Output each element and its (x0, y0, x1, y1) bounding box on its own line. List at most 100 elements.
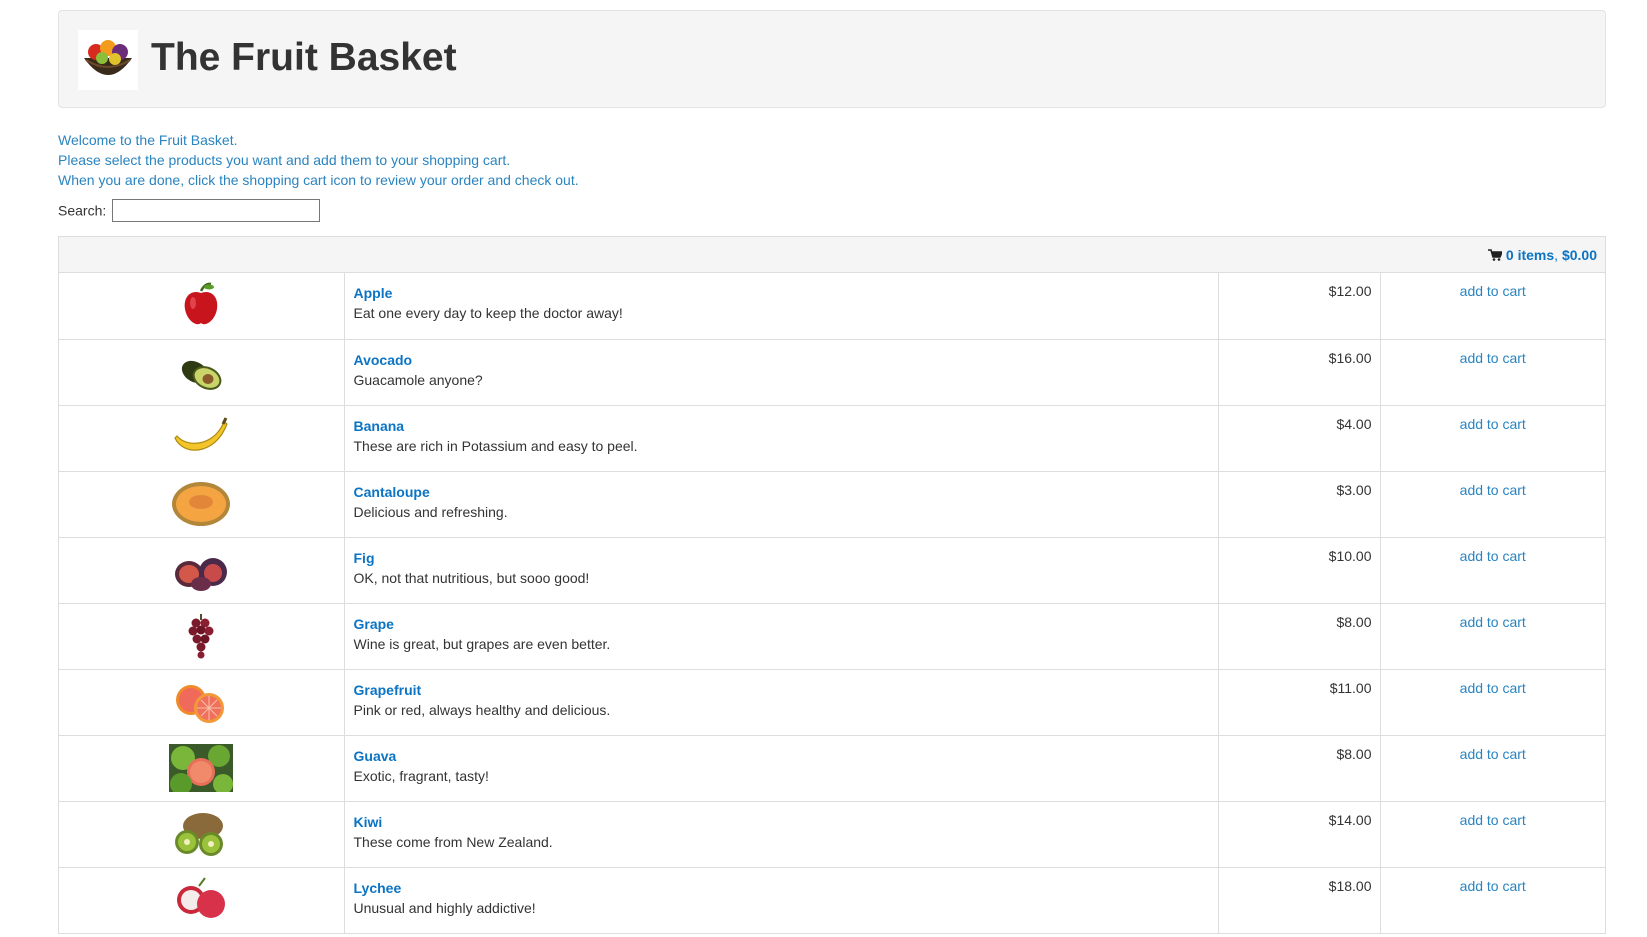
add-to-cart-button[interactable]: add to cart (1460, 812, 1526, 828)
add-to-cart-cell: add to cart (1379, 735, 1605, 802)
table-row: Guava Exotic, fragrant, tasty! $8.00 add… (59, 735, 1605, 802)
cart-link[interactable]: 0 items, $0.00 (1487, 247, 1597, 263)
product-name-link[interactable]: Lychee (354, 878, 402, 898)
product-price: $10.00 (1217, 537, 1380, 604)
lychee-icon[interactable] (169, 876, 233, 924)
product-price: $11.00 (1217, 669, 1380, 736)
page-title: The Fruit Basket (151, 36, 457, 79)
grapefruit-icon[interactable] (169, 678, 233, 726)
add-to-cart-cell: add to cart (1379, 801, 1605, 868)
product-info-cell: Guava Exotic, fragrant, tasty! (343, 735, 1218, 802)
intro-line: Please select the products you want and … (58, 152, 511, 168)
product-image-cell (59, 867, 344, 934)
cart-separator: , (1554, 247, 1559, 263)
product-price: $18.00 (1217, 867, 1380, 934)
product-name-link[interactable]: Avocado (354, 350, 413, 370)
page-header: The Fruit Basket (58, 10, 1606, 108)
product-image-cell (59, 471, 344, 538)
add-to-cart-button[interactable]: add to cart (1460, 614, 1526, 630)
product-image-cell (59, 273, 344, 340)
add-to-cart-button[interactable]: add to cart (1460, 878, 1526, 894)
product-image-cell (59, 801, 344, 868)
add-to-cart-cell: add to cart (1379, 603, 1605, 670)
add-to-cart-button[interactable]: add to cart (1460, 416, 1526, 432)
add-to-cart-button[interactable]: add to cart (1460, 548, 1526, 564)
avocado-icon[interactable] (169, 348, 233, 396)
product-info-cell: Grape Wine is great, but grapes are even… (343, 603, 1218, 670)
table-row: Apple Eat one every day to keep the doct… (59, 273, 1605, 340)
product-price: $3.00 (1217, 471, 1380, 538)
product-description: These are rich in Potassium and easy to … (353, 437, 638, 454)
product-description: Wine is great, but grapes are even bette… (353, 635, 611, 652)
product-info-cell: Fig OK, not that nutritious, but sooo go… (343, 537, 1218, 604)
product-name-link[interactable]: Banana (354, 416, 405, 436)
add-to-cart-button[interactable]: add to cart (1460, 746, 1526, 762)
add-to-cart-button[interactable]: add to cart (1460, 482, 1526, 498)
add-to-cart-cell: add to cart (1379, 273, 1605, 340)
product-info-cell: Kiwi These come from New Zealand. (343, 801, 1218, 868)
product-image-cell (59, 735, 344, 802)
product-name-link[interactable]: Cantaloupe (354, 482, 430, 502)
product-name-link[interactable]: Apple (354, 283, 393, 303)
apple-icon[interactable] (169, 281, 233, 329)
product-name-link[interactable]: Kiwi (354, 812, 383, 832)
product-description: Exotic, fragrant, tasty! (353, 767, 489, 784)
search-input[interactable] (112, 199, 321, 222)
product-info-cell: Lychee Unusual and highly addictive! (343, 867, 1218, 934)
add-to-cart-cell: add to cart (1379, 405, 1605, 472)
product-price: $8.00 (1217, 603, 1380, 670)
add-to-cart-cell: add to cart (1379, 537, 1605, 604)
cantaloupe-icon[interactable] (169, 480, 233, 528)
add-to-cart-cell: add to cart (1379, 669, 1605, 736)
intro-line: When you are done, click the shopping ca… (58, 172, 579, 188)
table-row: Cantaloupe Delicious and refreshing. $3.… (59, 471, 1605, 538)
product-image-cell (59, 669, 344, 736)
add-to-cart-cell: add to cart (1379, 471, 1605, 538)
table-row: Grapefruit Pink or red, always healthy a… (59, 669, 1605, 736)
table-row: Avocado Guacamole anyone? $16.00 add to … (59, 339, 1605, 406)
product-name-link[interactable]: Guava (354, 746, 397, 766)
table-row: Fig OK, not that nutritious, but sooo go… (59, 537, 1605, 604)
cart-summary-bar: 0 items, $0.00 (59, 237, 1605, 273)
product-image-cell (59, 405, 344, 472)
fig-icon[interactable] (169, 546, 233, 594)
intro-line: Welcome to the Fruit Basket. (58, 132, 238, 148)
table-row: Kiwi These come from New Zealand. $14.00… (59, 801, 1605, 868)
add-to-cart-button[interactable]: add to cart (1460, 680, 1526, 696)
product-info-cell: Avocado Guacamole anyone? (343, 339, 1218, 406)
search-row: Search: (58, 199, 321, 222)
product-price: $8.00 (1217, 735, 1380, 802)
product-info-cell: Grapefruit Pink or red, always healthy a… (343, 669, 1218, 736)
product-name-link[interactable]: Grape (354, 614, 394, 634)
product-info-cell: Banana These are rich in Potassium and e… (343, 405, 1218, 472)
banana-icon[interactable] (169, 414, 233, 462)
cart-item-count[interactable]: 0 items (1506, 247, 1554, 263)
product-description: Delicious and refreshing. (353, 503, 508, 520)
search-label: Search: (58, 202, 107, 219)
product-price: $14.00 (1217, 801, 1380, 868)
guava-icon[interactable] (169, 743, 233, 792)
product-info-cell: Cantaloupe Delicious and refreshing. (343, 471, 1218, 538)
intro-text: Welcome to the Fruit Basket. Please sele… (58, 130, 579, 190)
product-name-link[interactable]: Fig (354, 548, 375, 568)
fruit-basket-logo-icon (78, 30, 138, 90)
product-price: $16.00 (1217, 339, 1380, 406)
product-info-cell: Apple Eat one every day to keep the doct… (343, 273, 1218, 340)
add-to-cart-cell: add to cart (1379, 339, 1605, 406)
product-name-link[interactable]: Grapefruit (354, 680, 422, 700)
add-to-cart-button[interactable]: add to cart (1460, 350, 1526, 366)
product-grid: 0 items, $0.00 Apple Eat one every day t… (58, 236, 1606, 934)
add-to-cart-cell: add to cart (1379, 867, 1605, 934)
product-description: Guacamole anyone? (353, 371, 483, 388)
product-image-cell (59, 603, 344, 670)
table-row: Banana These are rich in Potassium and e… (59, 405, 1605, 472)
product-description: Pink or red, always healthy and deliciou… (353, 701, 611, 718)
add-to-cart-button[interactable]: add to cart (1460, 283, 1526, 299)
product-description: Unusual and highly addictive! (353, 899, 536, 916)
cart-total[interactable]: $0.00 (1562, 247, 1597, 263)
shopping-cart-icon[interactable] (1487, 249, 1502, 261)
grape-icon[interactable] (169, 612, 233, 660)
product-price: $4.00 (1217, 405, 1380, 472)
kiwi-icon[interactable] (169, 810, 233, 858)
product-description: OK, not that nutritious, but sooo good! (353, 569, 590, 586)
